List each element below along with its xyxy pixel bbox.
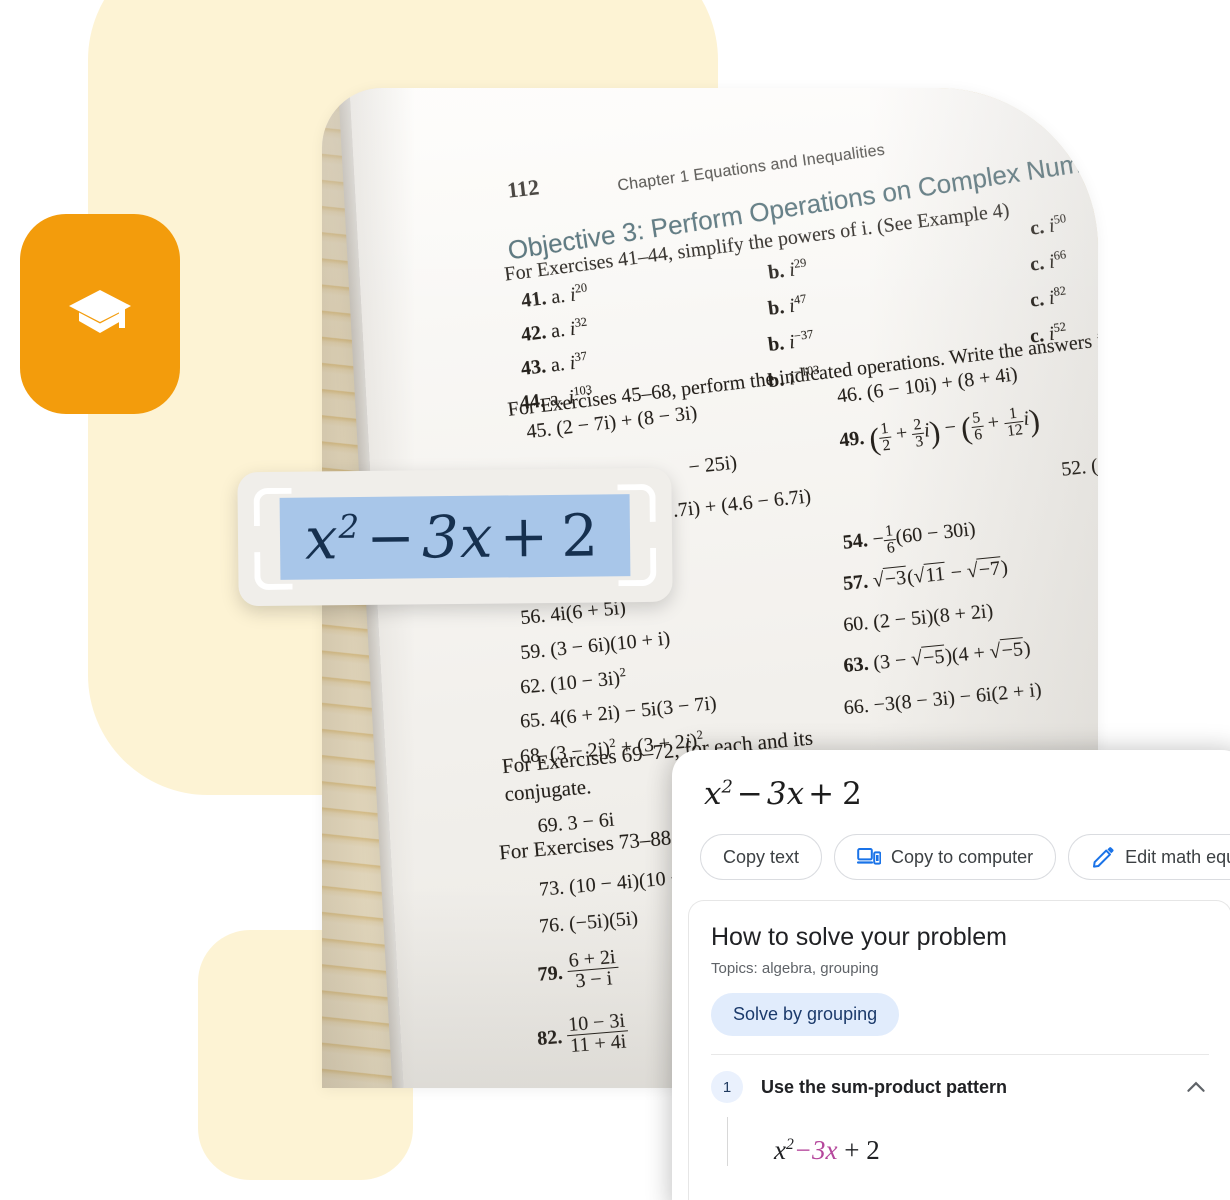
exercise-63: 63. (3 − √−5)(4 + √−5) [842, 637, 1032, 678]
page-number: 112 [505, 174, 541, 203]
exercise-57: 57. √−3(√11 − √−7) [842, 556, 1009, 595]
scan-selection-overlay[interactable]: x2−3x+ 2 [237, 467, 673, 607]
copy-to-computer-button[interactable]: Copy to computer [834, 834, 1057, 880]
result-card: x2−3x +2 Copy text Copy to computer Edit… [672, 750, 1230, 1200]
step-eq-exponent: 2 [785, 1136, 794, 1153]
exercise-41-a: 41. a. i20 [520, 280, 588, 313]
copy-text-button[interactable]: Copy text [700, 834, 823, 880]
eq-middle: 3x [421, 502, 494, 572]
exercise-82: 82. 10 − 3i 11 + 4i [536, 1010, 630, 1059]
devices-icon [857, 848, 882, 865]
exercise-41-b: b. i29 [766, 255, 808, 284]
edit-math-equation-button[interactable]: Edit math equ [1068, 834, 1230, 880]
exercise-51-fragment: .7i) + (4.6 − 6.7i) [671, 485, 813, 522]
selection-highlight: x2−3x+ 2 [279, 494, 631, 580]
step-body: x2−3x + 2 [727, 1117, 1209, 1166]
exercise-43-c: c. i82 [1028, 283, 1067, 312]
copy-text-label: Copy text [723, 846, 800, 867]
card-eq-minus: − [736, 776, 763, 812]
card-equation: x2−3x +2 [704, 776, 1230, 812]
step-number-badge: 1 [711, 1071, 743, 1103]
step-eq-tail: 2 [866, 1135, 880, 1165]
exercise-49: 49. (1 2 + 2 3 i) − (5 6 + 1 12 i) [838, 402, 1042, 457]
topics-label: Topics: algebra, grouping [711, 960, 879, 977]
exercise-66: 66. −3(8 − 3i) − 6i(2 + i) [842, 678, 1043, 720]
how-to-solve-title: How to solve your problem [711, 923, 1007, 951]
card-eq-tail: 2 [842, 776, 862, 812]
exercise-42-a: 42. a. i32 [519, 314, 588, 347]
edit-math-equation-label: Edit math equ [1125, 846, 1230, 867]
step-eq-base: x [774, 1135, 786, 1165]
eq-tail: 2 [560, 501, 600, 570]
exercise-43-a: 43. a. i37 [519, 348, 588, 380]
exercise-62: 62. (10 − 3i)2 [519, 664, 627, 699]
card-eq-base: x [704, 776, 722, 812]
step-eq-highlight: −3x [793, 1135, 838, 1165]
page-root: 112 Chapter 1 Equations and Inequalities… [0, 0, 1230, 1200]
graduation-cap-icon [69, 290, 131, 333]
exercise-52: 52. (0.05 − 0.03i [1060, 445, 1098, 481]
chevron-up-icon[interactable] [1183, 1074, 1209, 1100]
exercise-59: 59. (3 − 6i)(10 + i) [519, 627, 672, 664]
eq-exponent: 2 [338, 507, 361, 546]
copy-to-computer-label: Copy to computer [891, 846, 1034, 867]
exercise-79: 79. 6 + 2i 3 − i [536, 946, 621, 995]
card-eq-plus: + [808, 776, 835, 812]
exercise-54: 54. −1 6 (60 − 30i) [841, 518, 977, 557]
card-eq-exponent: 2 [721, 776, 733, 798]
exercise-42-b: b. i47 [766, 291, 808, 320]
eq-plus: + [499, 502, 550, 571]
step-header-row[interactable]: 1 Use the sum-product pattern [711, 1055, 1209, 1103]
step-equation: x2−3x + 2 [774, 1135, 1209, 1166]
exercise-76: 76. (−5i)(5i) [538, 907, 639, 938]
exercise-65: 65. 4(6 + 2i) − 5i(3 − 7i) [519, 692, 718, 733]
step-title: Use the sum-product pattern [761, 1076, 1008, 1097]
solve-method-chip[interactable]: Solve by grouping [711, 993, 900, 1036]
eq-minus: − [365, 503, 417, 572]
exercise-48-fragment: − 25i) [687, 451, 739, 479]
exercise-42-c: c. i66 [1028, 247, 1067, 276]
pencil-icon [1093, 847, 1114, 868]
step-eq-plus: + [844, 1135, 860, 1165]
exercise-43-b: b. i−37 [766, 326, 815, 357]
card-action-row: Copy text Copy to computer Edit math equ [700, 834, 1230, 880]
card-eq-middle: 3x [766, 776, 805, 812]
exercise-41-c: c. i50 [1028, 211, 1067, 240]
app-icon[interactable] [20, 214, 180, 414]
eq-base: x [304, 504, 340, 573]
how-to-solve-panel: How to solve your problem Topics: algebr… [688, 900, 1230, 1200]
exercise-60: 60. (2 − 5i)(8 + 2i) [842, 600, 995, 637]
selected-equation: x2−3x+ 2 [305, 501, 606, 572]
